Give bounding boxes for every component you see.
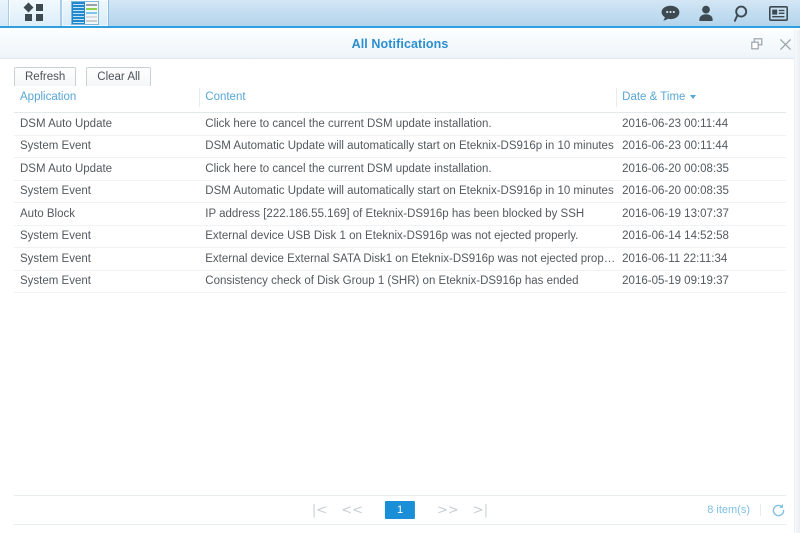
taskbar-left-edge	[0, 0, 9, 26]
item-count-label: 8 item(s)	[707, 504, 761, 516]
main-menu-button[interactable]	[9, 0, 61, 26]
column-header-application-label: Application	[20, 91, 77, 103]
footer-right: 8 item(s)	[707, 503, 786, 518]
cell-datetime: 2016-06-23 00:11:44	[616, 112, 786, 136]
cell-application: Auto Block	[14, 202, 200, 226]
cell-datetime: 2016-06-11 22:11:34	[616, 247, 786, 271]
column-header-content-label: Content	[205, 91, 246, 103]
last-page-button[interactable]: >|	[473, 504, 488, 517]
user-icon[interactable]	[696, 3, 716, 23]
table-row[interactable]: System Event Consistency check of Disk Gr…	[14, 270, 786, 293]
table-row[interactable]: System Event External device USB Disk 1 o…	[14, 225, 786, 248]
cell-application: System Event	[14, 135, 200, 158]
cell-content: Click here to cancel the current DSM upd…	[199, 112, 617, 136]
cell-content: DSM Automatic Update will automatically …	[199, 180, 617, 203]
taskbar-app-notifications[interactable]	[61, 0, 109, 26]
column-header-application[interactable]: Application	[14, 86, 200, 113]
cell-content: IP address [222.186.55.169] of Eteknix-D…	[199, 202, 617, 226]
cell-content: Click here to cancel the current DSM upd…	[199, 157, 617, 181]
cell-application: DSM Auto Update	[14, 157, 200, 181]
notifications-table-container: Application Content Date & Time DSM Auto…	[14, 86, 786, 487]
cell-content: External device External SATA Disk1 on E…	[199, 247, 617, 271]
table-header: Application Content Date & Time	[14, 86, 786, 113]
window-header: All Notifications	[0, 30, 800, 59]
column-header-content[interactable]: Content	[199, 86, 617, 113]
maximize-icon[interactable]	[750, 37, 764, 51]
page-number-1[interactable]: 1	[385, 501, 415, 519]
taskbar	[0, 0, 800, 28]
notifications-icon[interactable]	[660, 3, 680, 23]
pagination-bar: |< << 1 >> >| 8 item(s)	[14, 495, 786, 525]
dsm-desktop: All Notifications Refresh Clear All Appl…	[0, 0, 800, 533]
table-row[interactable]: System Event DSM Automatic Update will au…	[14, 180, 786, 203]
notifications-table: Application Content Date & Time DSM Auto…	[14, 86, 786, 293]
table-row[interactable]: System Event DSM Automatic Update will au…	[14, 135, 786, 158]
page-title: All Notifications	[351, 37, 449, 51]
table-row[interactable]: DSM Auto Update Click here to cancel the …	[14, 157, 786, 181]
column-header-datetime-label: Date & Time	[622, 91, 686, 103]
first-page-button[interactable]: |<	[312, 504, 327, 517]
notifications-window: All Notifications Refresh Clear All Appl…	[0, 30, 800, 533]
sort-descending-icon	[690, 94, 697, 99]
search-icon[interactable]	[732, 3, 752, 23]
grid-icon	[23, 2, 45, 22]
pagination-backward-group: |< <<	[312, 504, 363, 517]
cell-application: System Event	[14, 180, 200, 203]
cell-application: System Event	[14, 225, 200, 248]
previous-page-button[interactable]: <<	[341, 504, 363, 517]
pagination-controls: |< << 1 >> >|	[312, 501, 488, 519]
column-header-datetime[interactable]: Date & Time	[616, 86, 786, 113]
cell-application: System Event	[14, 247, 200, 271]
window-right-edge	[794, 30, 800, 533]
cell-datetime: 2016-06-14 14:52:58	[616, 225, 786, 248]
refresh-icon[interactable]	[761, 503, 786, 518]
cell-application: System Event	[14, 270, 200, 293]
table-header-row: Application Content Date & Time	[14, 86, 786, 113]
cell-datetime: 2016-06-20 00:08:35	[616, 157, 786, 181]
table-row[interactable]: Auto Block IP address [222.186.55.169] of…	[14, 202, 786, 226]
table-row[interactable]: DSM Auto Update Click here to cancel the …	[14, 112, 786, 136]
cell-datetime: 2016-06-19 13:07:37	[616, 202, 786, 226]
window-thumbnail-icon	[71, 1, 99, 25]
cell-content: External device USB Disk 1 on Eteknix-DS…	[199, 225, 617, 248]
cell-content: DSM Automatic Update will automatically …	[199, 135, 617, 158]
cell-datetime: 2016-05-19 09:19:37	[616, 270, 786, 293]
table-body: DSM Auto Update Click here to cancel the …	[14, 112, 786, 293]
pagination-forward-group: >> >|	[437, 504, 488, 517]
clear-all-button[interactable]: Clear All	[86, 66, 152, 88]
refresh-button[interactable]: Refresh	[14, 66, 77, 88]
cell-application: DSM Auto Update	[14, 112, 200, 136]
close-icon[interactable]	[778, 37, 792, 51]
cell-datetime: 2016-06-23 00:11:44	[616, 135, 786, 158]
cell-datetime: 2016-06-20 00:08:35	[616, 180, 786, 203]
window-controls	[750, 30, 792, 58]
taskbar-empty-area	[109, 0, 660, 26]
next-page-button[interactable]: >>	[437, 504, 459, 517]
taskbar-tray	[660, 0, 800, 26]
table-row[interactable]: System Event External device External SAT…	[14, 247, 786, 271]
widget-icon[interactable]	[768, 3, 788, 23]
cell-content: Consistency check of Disk Group 1 (SHR) …	[199, 270, 617, 293]
